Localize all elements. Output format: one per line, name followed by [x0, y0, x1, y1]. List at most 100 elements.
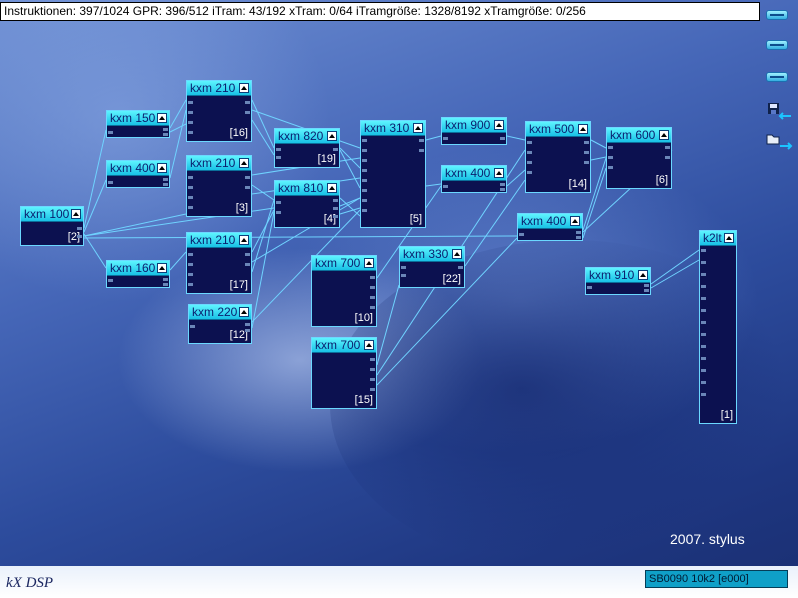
minimize-icon[interactable] — [71, 209, 81, 219]
minimize-icon[interactable] — [659, 130, 669, 140]
port[interactable] — [608, 166, 613, 169]
port[interactable] — [527, 171, 532, 174]
port[interactable] — [701, 345, 706, 348]
port[interactable] — [443, 185, 448, 188]
port[interactable] — [519, 233, 524, 236]
port[interactable] — [188, 111, 193, 114]
port[interactable] — [245, 186, 250, 189]
minimize-icon[interactable] — [157, 113, 167, 123]
port[interactable] — [362, 199, 367, 202]
port[interactable] — [370, 368, 375, 371]
plugin-kxm-210[interactable]: kxm 210 [17] — [186, 232, 252, 294]
port[interactable] — [527, 141, 532, 144]
plugin-kxm-910[interactable]: kxm 910 — [585, 267, 651, 295]
port[interactable] — [527, 151, 532, 154]
port[interactable] — [401, 274, 406, 277]
open-folder-arrow-icon[interactable] — [766, 132, 794, 152]
port[interactable] — [163, 133, 168, 136]
plugin-kxm-210[interactable]: kxm 210 [3] — [186, 155, 252, 217]
minimize-icon[interactable] — [239, 158, 249, 168]
minimize-icon[interactable] — [452, 249, 462, 259]
minimize-icon[interactable] — [724, 233, 734, 243]
port[interactable] — [701, 321, 706, 324]
port[interactable] — [245, 253, 250, 256]
plugin-kxm-700[interactable]: kxm 700 [15] — [311, 337, 377, 409]
minimize-icon[interactable] — [157, 163, 167, 173]
minimize-icon[interactable] — [364, 340, 374, 350]
port[interactable] — [188, 101, 193, 104]
plugin-kxm-310[interactable]: kxm 310 [5] — [360, 120, 426, 228]
port[interactable] — [701, 309, 706, 312]
port[interactable] — [163, 183, 168, 186]
port[interactable] — [370, 276, 375, 279]
port[interactable] — [362, 159, 367, 162]
plugin-kxm-600[interactable]: kxm 600 [6] — [606, 127, 672, 189]
port[interactable] — [245, 329, 250, 332]
plugin-kxm-160[interactable]: kxm 160 — [106, 260, 170, 288]
port[interactable] — [419, 149, 424, 152]
port[interactable] — [701, 297, 706, 300]
port[interactable] — [458, 266, 463, 269]
minimize-bar-icon[interactable] — [766, 10, 788, 20]
port[interactable] — [333, 215, 338, 218]
port[interactable] — [108, 279, 113, 282]
port[interactable] — [188, 283, 193, 286]
port[interactable] — [370, 378, 375, 381]
port[interactable] — [362, 139, 367, 142]
port[interactable] — [245, 176, 250, 179]
minimize-icon[interactable] — [570, 216, 580, 226]
port[interactable] — [108, 181, 113, 184]
port[interactable] — [500, 137, 505, 140]
port[interactable] — [362, 209, 367, 212]
port[interactable] — [362, 149, 367, 152]
port[interactable] — [608, 156, 613, 159]
port[interactable] — [500, 188, 505, 191]
save-arrow-icon[interactable] — [766, 102, 794, 122]
port[interactable] — [587, 286, 592, 289]
port[interactable] — [276, 148, 281, 151]
minimize-icon[interactable] — [638, 270, 648, 280]
port[interactable] — [188, 176, 193, 179]
port[interactable] — [701, 393, 706, 396]
minimize-icon[interactable] — [494, 168, 504, 178]
port[interactable] — [701, 249, 706, 252]
port[interactable] — [333, 199, 338, 202]
port[interactable] — [701, 381, 706, 384]
port[interactable] — [401, 266, 406, 269]
port[interactable] — [188, 196, 193, 199]
port[interactable] — [77, 235, 82, 238]
port[interactable] — [245, 101, 250, 104]
minimize-icon[interactable] — [494, 120, 504, 130]
port[interactable] — [188, 253, 193, 256]
dsp-canvas[interactable]: Instruktionen: 397/1024 GPR: 396/512 iTr… — [0, 0, 798, 598]
plugin-kxm-210[interactable]: kxm 210 [16] — [186, 80, 252, 142]
port[interactable] — [245, 323, 250, 326]
port[interactable] — [701, 333, 706, 336]
port[interactable] — [188, 121, 193, 124]
port[interactable] — [584, 141, 589, 144]
port[interactable] — [443, 137, 448, 140]
port[interactable] — [370, 358, 375, 361]
port[interactable] — [701, 285, 706, 288]
port[interactable] — [108, 131, 113, 134]
port[interactable] — [584, 161, 589, 164]
port[interactable] — [701, 261, 706, 264]
minimize-bar-icon[interactable] — [766, 72, 788, 82]
plugin-kxm-820[interactable]: kxm 820 [19] — [274, 128, 340, 168]
port[interactable] — [333, 148, 338, 151]
minimize-icon[interactable] — [327, 131, 337, 141]
plugin-kxm-400[interactable]: kxm 400 — [441, 165, 507, 193]
port[interactable] — [245, 263, 250, 266]
port[interactable] — [188, 273, 193, 276]
port[interactable] — [163, 278, 168, 281]
minimize-icon[interactable] — [157, 263, 167, 273]
port[interactable] — [527, 161, 532, 164]
port[interactable] — [188, 263, 193, 266]
port[interactable] — [701, 357, 706, 360]
port[interactable] — [701, 273, 706, 276]
plugin-kxm-150[interactable]: kxm 150 — [106, 110, 170, 138]
port[interactable] — [576, 236, 581, 239]
port[interactable] — [584, 151, 589, 154]
port[interactable] — [163, 283, 168, 286]
port[interactable] — [500, 183, 505, 186]
